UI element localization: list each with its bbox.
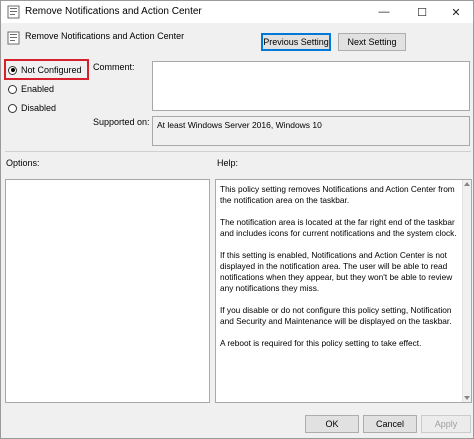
minimize-button[interactable]: — xyxy=(367,1,401,23)
radio-not-configured[interactable]: Not Configured xyxy=(8,65,82,75)
apply-button[interactable]: Apply xyxy=(421,415,471,433)
help-paragraph: The notification area is located at the … xyxy=(220,217,457,238)
policy-settings-icon xyxy=(7,5,20,19)
help-paragraph: If you disable or do not configure this … xyxy=(220,305,452,326)
radio-label: Not Configured xyxy=(21,65,82,75)
divider xyxy=(5,151,471,152)
maximize-button[interactable]: ☐ xyxy=(405,1,439,23)
comment-textarea[interactable] xyxy=(152,61,470,111)
ok-button[interactable]: OK xyxy=(305,415,359,433)
radio-indicator[interactable] xyxy=(8,103,17,113)
scroll-down-icon[interactable] xyxy=(464,396,470,400)
comment-label: Comment: xyxy=(93,62,135,72)
scroll-up-icon[interactable] xyxy=(464,182,470,186)
radio-disabled[interactable]: Disabled xyxy=(8,103,56,113)
options-panel xyxy=(5,179,210,403)
policy-dialog: Remove Notifications and Action Center —… xyxy=(0,0,474,439)
radio-enabled[interactable]: Enabled xyxy=(8,84,54,94)
help-paragraph: A reboot is required for this policy set… xyxy=(220,338,422,348)
close-button[interactable]: ✕ xyxy=(439,1,473,23)
options-label: Options: xyxy=(6,158,40,168)
help-paragraph: If this setting is enabled, Notification… xyxy=(220,250,453,293)
window-title: Remove Notifications and Action Center xyxy=(25,6,202,17)
help-paragraph: This policy setting removes Notification… xyxy=(220,184,455,205)
radio-label: Disabled xyxy=(21,103,57,113)
policy-settings-icon xyxy=(7,31,20,45)
help-scrollbar[interactable] xyxy=(462,180,471,402)
radio-indicator[interactable] xyxy=(8,65,17,75)
radio-label: Enabled xyxy=(21,84,55,94)
cancel-button[interactable]: Cancel xyxy=(363,415,417,433)
title-bar[interactable]: Remove Notifications and Action Center —… xyxy=(1,1,473,23)
policy-title: Remove Notifications and Action Center xyxy=(25,31,185,41)
previous-setting-button[interactable]: Previous Setting xyxy=(261,33,331,51)
supported-on-label: Supported on: xyxy=(93,117,150,127)
next-setting-button[interactable]: Next Setting xyxy=(338,33,406,51)
help-panel[interactable]: This policy setting removes Notification… xyxy=(215,179,472,403)
supported-on-field: At least Windows Server 2016, Windows 10 xyxy=(152,116,470,146)
help-label: Help: xyxy=(217,158,239,168)
radio-indicator[interactable] xyxy=(8,84,17,94)
